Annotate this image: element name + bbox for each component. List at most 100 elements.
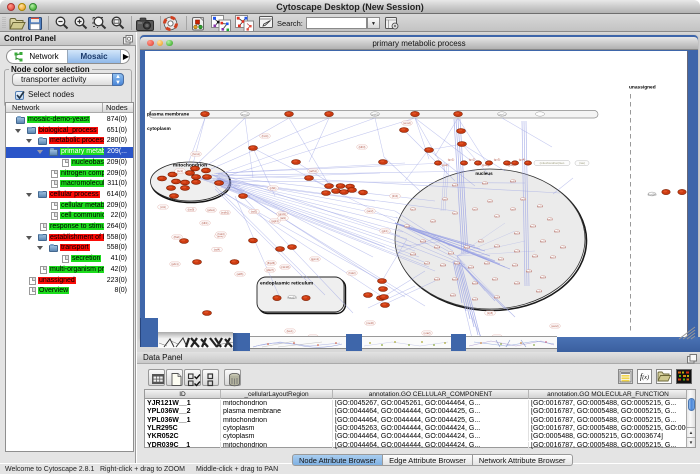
svg-text:(gn17): (gn17) [550, 257, 557, 259]
svg-text:(pfk27): (pfk27) [266, 268, 274, 272]
svg-text:(ald6): (ald6) [237, 272, 244, 276]
svg-text:(gn46): (gn46) [482, 183, 489, 185]
svg-text:(gpm1): (gpm1) [311, 257, 319, 261]
svg-text:(gn44): (gn44) [536, 291, 543, 293]
svg-text:(go3): (go3) [494, 158, 501, 162]
svg-text:(ras): (ras) [579, 161, 585, 165]
svg-text:(gn20): (gn20) [494, 246, 501, 248]
svg-text:(gn23): (gn23) [448, 253, 455, 255]
svg-text:(gn37): (gn37) [492, 279, 499, 281]
svg-text:(gn25): (gn25) [420, 241, 427, 243]
svg-text:(gln1): (gln1) [382, 229, 389, 233]
svg-text:(gn28): (gn28) [440, 265, 447, 267]
svg-text:(met6): (met6) [366, 321, 374, 325]
svg-text:(fbp26): (fbp26) [267, 261, 275, 265]
svg-text:(ga1): (ga1) [442, 163, 449, 167]
svg-text:(gn35): (gn35) [540, 277, 547, 279]
svg-text:(gn24): (gn24) [434, 247, 441, 249]
svg-text:(gn12): (gn12) [554, 231, 561, 233]
svg-text:(gn31): (gn31) [484, 263, 491, 265]
svg-text:(gn45): (gn45) [510, 181, 517, 183]
svg-text:(sso2): (sso2) [241, 113, 249, 117]
svg-text:(cdc19): (cdc19) [281, 265, 290, 269]
svg-text:(ga3): (ga3) [508, 163, 515, 167]
svg-text:(gn10): (gn10) [537, 206, 544, 208]
svg-text:(gn39): (gn39) [452, 279, 459, 281]
svg-text:(eno2): (eno2) [403, 121, 411, 125]
svg-text:(hxk2): (hxk2) [348, 271, 355, 275]
svg-text:(go4): (go4) [519, 158, 526, 162]
svg-text:(mdh1): (mdh1) [221, 211, 229, 215]
svg-text:(yor1): (yor1) [498, 113, 505, 117]
svg-text:(asn2): (asn2) [551, 324, 558, 328]
svg-text:(sol3): (sol3) [251, 210, 258, 214]
svg-text:(cit1): (cit1) [160, 205, 166, 209]
svg-text:(tim9): (tim9) [188, 208, 195, 212]
svg-text:(fun34): (fun34) [648, 193, 657, 197]
svg-text:(pfk1): (pfk1) [270, 186, 277, 190]
svg-text:(gn3): (gn3) [430, 221, 435, 223]
svg-text:(thr4): (thr4) [392, 194, 398, 198]
svg-text:(gn30): (gn30) [468, 267, 475, 269]
svg-text:(go2): (go2) [469, 158, 476, 162]
svg-text:(mitochondrion)Gen: (mitochondrion)Gen [540, 161, 565, 165]
svg-text:(gn22): (gn22) [464, 247, 471, 249]
svg-text:(gn8): (gn8) [510, 209, 515, 211]
svg-text:(gn5): (gn5) [472, 209, 477, 211]
svg-text:(leu1): (leu1) [287, 329, 294, 333]
svg-text:(sol4): (sol4) [214, 248, 221, 252]
svg-text:(gn27): (gn27) [424, 263, 431, 265]
svg-text:unassigned: unassigned [629, 85, 656, 91]
svg-text:(gn18): (gn18) [532, 256, 539, 258]
svg-text:(gn34): (gn34) [526, 271, 533, 273]
svg-text:(pdc1): (pdc1) [171, 262, 178, 266]
svg-text:(gn40): (gn40) [434, 279, 441, 281]
svg-text:(pgk1): (pgk1) [271, 219, 278, 223]
svg-text:(ser2): (ser2) [367, 209, 374, 213]
svg-text:(gn6): (gn6) [487, 201, 492, 203]
svg-text:endoplasmic reticulum: endoplasmic reticulum [260, 281, 314, 287]
svg-text:(gn19): (gn19) [514, 251, 521, 253]
svg-text:(hxk4): (hxk4) [217, 232, 224, 236]
svg-text:(gn0): (gn0) [442, 199, 447, 201]
svg-text:(fum1): (fum1) [192, 152, 200, 156]
svg-text:(gn9): (gn9) [520, 199, 525, 201]
svg-text:(sec61): (sec61) [287, 296, 296, 300]
svg-text:(adh1): (adh1) [309, 169, 317, 173]
svg-text:(gn42): (gn42) [472, 299, 479, 301]
svg-text:(gn26): (gn26) [410, 254, 417, 256]
svg-text:(gn16): (gn16) [560, 247, 567, 249]
svg-text:(pdr5): (pdr5) [371, 113, 379, 117]
svg-text:(gn14): (gn14) [514, 233, 521, 235]
svg-text:(gn36): (gn36) [514, 283, 521, 285]
svg-text:(gn21): (gn21) [478, 241, 485, 243]
svg-text:(hxt4): (hxt4) [262, 134, 269, 138]
svg-text:(pda1): (pda1) [207, 208, 215, 212]
svg-text:(trp5): (trp5) [487, 311, 493, 315]
svg-text:(idh1): (idh1) [202, 221, 209, 225]
svg-text:(gn13): (gn13) [530, 226, 537, 228]
svg-text:(fba1): (fba1) [174, 235, 181, 239]
svg-text:cytoplasm: cytoplasm [147, 126, 171, 132]
svg-text:(tal1): (tal1) [280, 216, 286, 220]
svg-text:(gn4): (gn4) [404, 226, 409, 228]
svg-text:(ura2): (ura2) [424, 331, 431, 335]
svg-text:(ga2): (ga2) [482, 163, 489, 167]
svg-text:plasma membrane: plasma membrane [147, 112, 189, 118]
svg-text:(gnd1): (gnd1) [278, 212, 286, 216]
svg-text:(go1): (go1) [448, 158, 455, 162]
svg-text:(gn11): (gn11) [547, 219, 553, 221]
svg-text:(gn33): (gn33) [512, 265, 519, 267]
svg-text:(gn1): (gn1) [410, 209, 415, 211]
svg-text:(gn38): (gn38) [472, 283, 479, 285]
svg-text:(gn2): (gn2) [452, 213, 457, 215]
svg-text:(gn41): (gn41) [450, 295, 457, 297]
svg-text:nucleus: nucleus [475, 171, 493, 176]
svg-text:(gn7): (gn7) [494, 216, 499, 218]
svg-text:(gn29): (gn29) [454, 263, 461, 265]
svg-text:(gn15): (gn15) [540, 241, 547, 243]
svg-text:mitochondrion: mitochondrion [173, 163, 207, 169]
svg-text:(gn32): (gn32) [498, 259, 505, 261]
svg-text:(gn43): (gn43) [494, 297, 501, 299]
svg-text:(gn47): (gn47) [452, 185, 459, 187]
